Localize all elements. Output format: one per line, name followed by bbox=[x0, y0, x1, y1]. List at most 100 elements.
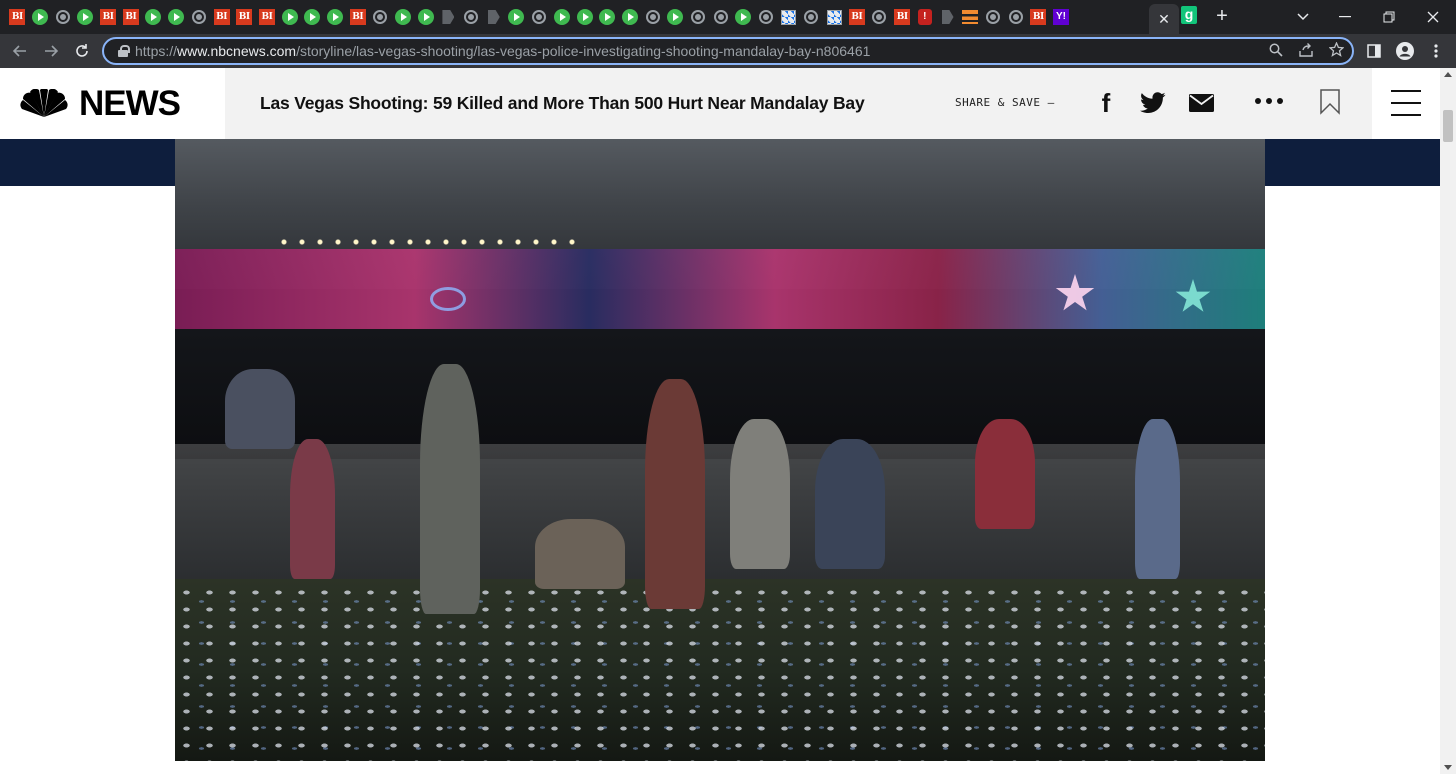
browser-tab[interactable] bbox=[482, 6, 505, 28]
zoom-button[interactable] bbox=[1266, 42, 1286, 62]
browser-tab[interactable]: BI bbox=[256, 6, 279, 28]
profile-avatar-icon bbox=[1396, 42, 1414, 60]
browser-tab[interactable] bbox=[641, 6, 664, 28]
lock-icon[interactable] bbox=[118, 45, 130, 57]
tab-search-button[interactable] bbox=[1288, 0, 1318, 34]
close-icon bbox=[1427, 11, 1439, 23]
browser-tab[interactable] bbox=[74, 6, 97, 28]
back-button[interactable] bbox=[8, 39, 32, 63]
play-favicon-icon bbox=[281, 9, 298, 25]
back-arrow-icon bbox=[12, 45, 26, 57]
browser-tab[interactable] bbox=[959, 6, 982, 28]
browser-tab[interactable]: BI bbox=[6, 6, 29, 28]
browser-tab[interactable] bbox=[437, 6, 460, 28]
photo-person bbox=[225, 369, 295, 449]
active-tab[interactable]: ✕ bbox=[1149, 4, 1179, 34]
browser-tab[interactable] bbox=[551, 6, 574, 28]
play-favicon-icon bbox=[304, 9, 321, 25]
article-hero-photo bbox=[175, 139, 1265, 761]
page-scrollbar[interactable] bbox=[1440, 68, 1456, 774]
globe-favicon-icon bbox=[191, 10, 206, 24]
browser-menu-button[interactable] bbox=[1424, 39, 1448, 63]
browser-tab[interactable] bbox=[755, 6, 778, 28]
save-article-button[interactable] bbox=[1319, 89, 1343, 117]
side-panel-button[interactable] bbox=[1362, 39, 1386, 63]
browser-tab[interactable] bbox=[505, 6, 528, 28]
site-header: NEWS Las Vegas Shooting: 59 Killed and M… bbox=[0, 68, 1440, 139]
profile-button[interactable] bbox=[1393, 39, 1417, 63]
facebook-share-button[interactable]: f bbox=[1092, 89, 1120, 117]
browser-tab[interactable]: BI bbox=[210, 6, 233, 28]
site-menu-button[interactable] bbox=[1372, 68, 1440, 139]
reload-button[interactable] bbox=[70, 39, 94, 63]
url-text[interactable]: https://www.nbcnews.com/storyline/las-ve… bbox=[135, 43, 870, 59]
bi-favicon-icon: BI bbox=[122, 9, 139, 25]
browser-tab[interactable] bbox=[596, 6, 619, 28]
nbc-news-logo[interactable]: NEWS bbox=[0, 68, 225, 139]
scroll-up-arrow-icon[interactable] bbox=[1444, 72, 1452, 77]
browser-tab[interactable] bbox=[732, 6, 755, 28]
browser-tab[interactable] bbox=[188, 6, 211, 28]
browser-tab[interactable] bbox=[709, 6, 732, 28]
browser-tab[interactable]: BI bbox=[97, 6, 120, 28]
browser-tab[interactable] bbox=[528, 6, 551, 28]
scroll-down-arrow-icon[interactable] bbox=[1444, 765, 1452, 770]
twitter-icon bbox=[1140, 92, 1166, 113]
browser-tab[interactable] bbox=[278, 6, 301, 28]
restore-button[interactable] bbox=[1374, 0, 1404, 34]
share-page-button[interactable] bbox=[1296, 42, 1316, 62]
browser-tab[interactable] bbox=[392, 6, 415, 28]
browser-tab[interactable] bbox=[369, 6, 392, 28]
play-favicon-icon bbox=[576, 9, 593, 25]
browser-tab[interactable] bbox=[664, 6, 687, 28]
address-bar[interactable]: https://www.nbcnews.com/storyline/las-ve… bbox=[102, 37, 1354, 65]
browser-tab[interactable]: Y! bbox=[1050, 6, 1073, 28]
browser-tab[interactable] bbox=[1004, 6, 1027, 28]
browser-tab[interactable] bbox=[868, 6, 891, 28]
tile-favicon-icon bbox=[781, 9, 797, 25]
browser-tab[interactable] bbox=[777, 6, 800, 28]
browser-tab[interactable] bbox=[165, 6, 188, 28]
close-tab-icon[interactable]: ✕ bbox=[1158, 11, 1170, 28]
scrollbar-thumb[interactable] bbox=[1443, 110, 1453, 142]
forward-button[interactable] bbox=[39, 39, 63, 63]
more-options-button[interactable] bbox=[1255, 98, 1283, 104]
twitter-share-button[interactable] bbox=[1139, 89, 1167, 117]
browser-tab[interactable]: BI bbox=[891, 6, 914, 28]
browser-tab[interactable] bbox=[936, 6, 959, 28]
article-headline: Las Vegas Shooting: 59 Killed and More T… bbox=[260, 93, 865, 113]
zoom-magnifier-icon bbox=[1269, 43, 1283, 57]
browser-tab[interactable]: ! bbox=[914, 6, 937, 28]
browser-tab[interactable] bbox=[687, 6, 710, 28]
reload-icon bbox=[76, 44, 88, 57]
browser-tab[interactable]: BI bbox=[1027, 6, 1050, 28]
bookmark-star-button[interactable] bbox=[1326, 41, 1346, 62]
browser-tab[interactable] bbox=[414, 6, 437, 28]
close-window-button[interactable] bbox=[1418, 0, 1448, 34]
browser-tab[interactable] bbox=[460, 6, 483, 28]
play-favicon-icon bbox=[32, 9, 49, 25]
browser-tab[interactable] bbox=[619, 6, 642, 28]
bi-favicon-icon: BI bbox=[349, 9, 366, 25]
browser-tab[interactable] bbox=[982, 6, 1005, 28]
hamburger-line-icon bbox=[1391, 90, 1421, 92]
minimize-button[interactable] bbox=[1330, 0, 1360, 34]
new-tab-button[interactable]: + bbox=[1211, 5, 1233, 27]
dot-icon bbox=[1255, 98, 1261, 104]
browser-tab[interactable] bbox=[142, 6, 165, 28]
browser-tab[interactable]: BI bbox=[845, 6, 868, 28]
tab-grammarly[interactable]: g bbox=[1181, 6, 1197, 24]
browser-tab[interactable] bbox=[29, 6, 52, 28]
email-share-button[interactable] bbox=[1187, 89, 1215, 117]
browser-tab[interactable] bbox=[573, 6, 596, 28]
yahoo-favicon-icon: Y! bbox=[1052, 9, 1069, 25]
browser-tab[interactable] bbox=[800, 6, 823, 28]
browser-tab[interactable]: BI bbox=[119, 6, 142, 28]
browser-tab[interactable] bbox=[823, 6, 846, 28]
browser-tab[interactable] bbox=[324, 6, 347, 28]
browser-tab[interactable]: BI bbox=[346, 6, 369, 28]
browser-tab[interactable]: BI bbox=[233, 6, 256, 28]
chevron-down-icon bbox=[1297, 13, 1309, 21]
browser-tab[interactable] bbox=[301, 6, 324, 28]
browser-tab[interactable] bbox=[51, 6, 74, 28]
